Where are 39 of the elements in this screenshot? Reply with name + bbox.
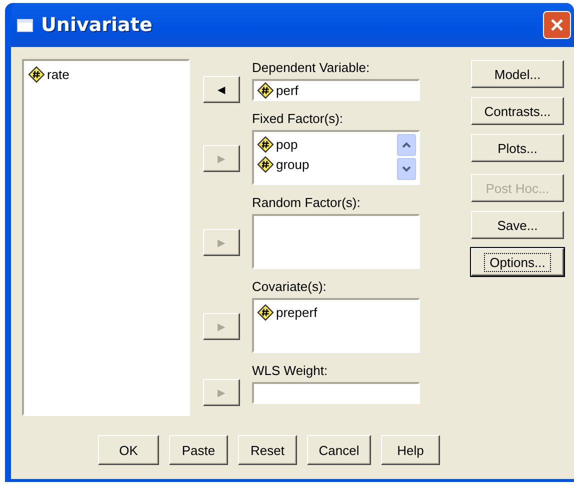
chevron-down-icon <box>402 166 411 172</box>
variable-field[interactable] <box>252 382 420 404</box>
chevron-up-icon <box>402 142 411 148</box>
dialog-button[interactable]: Cancel <box>307 435 371 465</box>
numeric-variable-icon <box>257 156 274 172</box>
move-arrow-button[interactable]: ◀ <box>203 76 240 103</box>
window-icon <box>17 18 33 32</box>
dialog-button[interactable]: Help <box>381 435 440 465</box>
dialog-button[interactable]: Model... <box>471 60 564 88</box>
variable-item[interactable]: group <box>257 154 397 174</box>
dialog-button[interactable]: Contrasts... <box>471 97 564 125</box>
close-button[interactable] <box>543 11 571 39</box>
field-label: Random Factor(s): <box>252 194 362 212</box>
numeric-variable-icon <box>257 304 274 320</box>
scrollbar[interactable] <box>397 134 415 181</box>
variable-list[interactable] <box>252 214 420 269</box>
field-label: WLS Weight: <box>252 362 329 380</box>
numeric-variable-icon <box>257 82 274 98</box>
close-icon <box>550 18 564 32</box>
variable-item[interactable]: preperf <box>257 302 415 322</box>
field-label: Covariate(s): <box>252 278 328 296</box>
scroll-up-button[interactable] <box>397 134 416 156</box>
field-label: Fixed Factor(s): <box>252 110 344 128</box>
variable-list[interactable]: preperf <box>252 298 420 353</box>
scroll-down-button[interactable] <box>397 158 416 180</box>
variable-item[interactable]: rate <box>28 64 184 84</box>
field-label: Dependent Variable: <box>252 59 371 77</box>
variable-item[interactable]: pop <box>257 134 397 154</box>
numeric-variable-icon <box>28 66 45 82</box>
dialog-button[interactable]: Reset <box>238 435 297 465</box>
variable-list[interactable]: rate <box>22 59 190 416</box>
dialog-button[interactable]: Plots... <box>471 134 564 162</box>
dialog-button[interactable]: Paste <box>169 435 228 465</box>
dialog-button[interactable]: Options... <box>471 248 564 276</box>
dialog-button[interactable]: OK <box>98 435 159 465</box>
variable-list[interactable]: pop group <box>252 130 420 185</box>
dialog-button[interactable]: Save... <box>471 211 564 239</box>
window-title: Univariate <box>41 14 154 36</box>
numeric-variable-icon <box>257 136 274 152</box>
